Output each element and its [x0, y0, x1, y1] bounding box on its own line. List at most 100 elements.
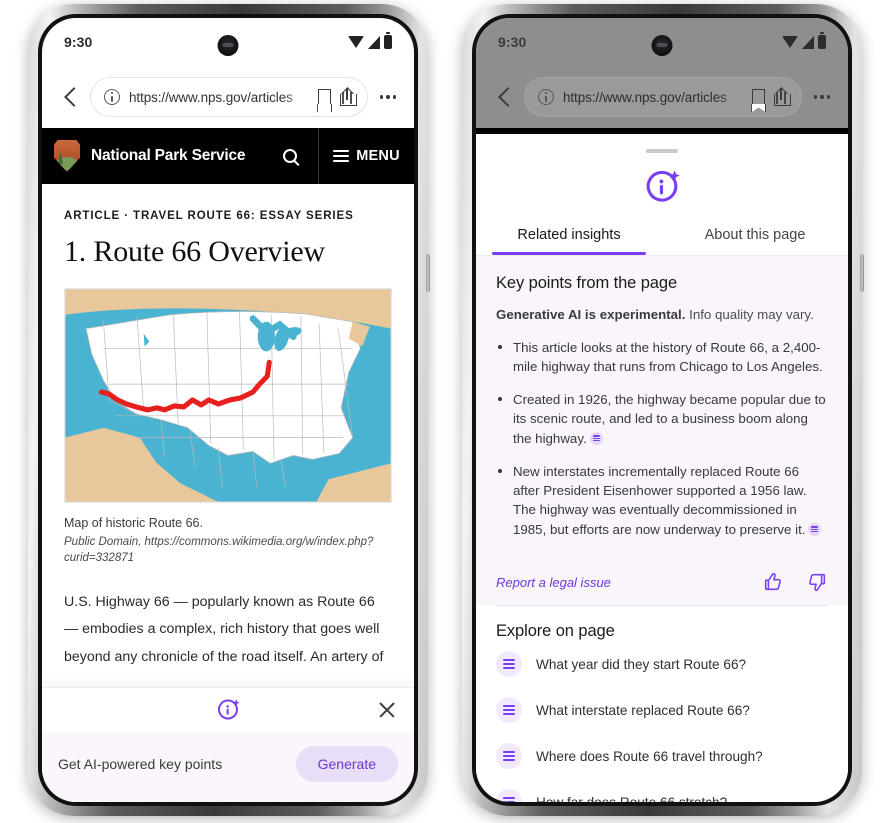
site-menu-label: MENU — [356, 148, 400, 164]
sheet-ai-icon-wrap — [476, 167, 848, 207]
battery-icon — [384, 32, 392, 49]
thumb-down-icon[interactable] — [806, 571, 828, 593]
info-circle-icon[interactable] — [538, 89, 554, 105]
wifi-icon — [782, 36, 798, 48]
explore-question-text: Where does Route 66 travel through? — [536, 748, 763, 764]
list-item[interactable]: Where does Route 66 travel through? — [496, 733, 828, 779]
browser-toolbar-left: https://www.nps.gov/articles — [42, 66, 414, 128]
phone-device-left: 9:30 https://www.nps.gov/articles Nation… — [28, 4, 430, 816]
ai-generate-bar: Get AI-powered key points Generate — [42, 687, 414, 802]
phone-device-right: 9:30 https://www.nps.gov/articles Relate… — [462, 4, 864, 816]
us-route-66-map-image — [64, 288, 392, 503]
close-icon[interactable] — [378, 701, 396, 719]
key-points-title: Key points from the page — [496, 274, 678, 292]
front-camera-punchhole — [651, 35, 673, 56]
browser-toolbar-right: https://www.nps.gov/articles — [476, 66, 848, 128]
ai-disclaimer: Generative AI is experimental. Info qual… — [496, 306, 828, 325]
article-content: ARTICLE · TRAVEL ROUTE 66: ESSAY SERIES … — [42, 184, 414, 672]
site-title: National Park Service — [91, 147, 246, 164]
thumb-up-icon[interactable] — [762, 571, 784, 593]
key-point-text: Created in 1926, the highway became popu… — [513, 392, 826, 446]
info-circle-icon[interactable] — [104, 89, 120, 105]
status-clock: 9:30 — [498, 34, 527, 50]
ai-disclaimer-rest: Info quality may vary. — [685, 307, 814, 322]
list-lines-icon — [496, 789, 522, 802]
source-chip-icon[interactable] — [808, 522, 822, 536]
site-menu-button[interactable]: MENU — [318, 128, 414, 184]
status-bar-left: 9:30 — [42, 18, 414, 66]
ai-disclaimer-bold: Generative AI is experimental. — [496, 307, 686, 322]
status-clock: 9:30 — [64, 34, 93, 50]
explore-question-text: What year did they start Route 66? — [536, 656, 747, 672]
explore-on-page-section: Explore on page What year did they start… — [476, 606, 848, 802]
explore-question-text: What interstate replaced Route 66? — [536, 702, 750, 718]
sheet-tabs: Related insights About this page — [476, 227, 848, 255]
hamburger-icon — [333, 149, 350, 163]
key-point-text: New interstates incrementally replaced R… — [513, 463, 807, 537]
screenshot-stage: 9:30 https://www.nps.gov/articles Nation… — [0, 0, 890, 823]
url-text: https://www.nps.gov/articles — [563, 89, 727, 105]
key-points-section: Key points from the page Generative AI i… — [476, 256, 848, 567]
drag-handle[interactable] — [646, 149, 678, 153]
site-search-button[interactable] — [262, 149, 318, 163]
side-power-button[interactable] — [860, 254, 864, 292]
site-header: National Park Service MENU — [42, 128, 414, 184]
figure-caption: Map of historic Route 66. — [64, 516, 203, 530]
sheet-scrim — [476, 128, 848, 134]
signal-icon — [368, 35, 380, 49]
back-arrow-icon[interactable] — [490, 82, 520, 112]
phone-bezel-left: 9:30 https://www.nps.gov/articles Nation… — [38, 14, 418, 806]
phone-screen-left: 9:30 https://www.nps.gov/articles Nation… — [42, 18, 414, 802]
status-bar-right: 9:30 — [476, 18, 848, 66]
article-figure: Map of historic Route 66. Public Domain,… — [64, 288, 392, 567]
ai-insights-bottom-sheet: Related insights About this page Key poi… — [476, 140, 848, 802]
search-icon — [283, 149, 297, 163]
more-options-icon[interactable] — [810, 95, 834, 99]
report-legal-issue-link[interactable]: Report a legal issue — [496, 575, 740, 590]
list-item: This article looks at the history of Rou… — [496, 338, 828, 377]
bookmark-icon[interactable] — [752, 88, 765, 106]
list-lines-icon — [496, 697, 522, 723]
ai-generate-bar-top — [42, 688, 414, 732]
more-options-icon[interactable] — [376, 95, 400, 99]
address-bar[interactable]: https://www.nps.gov/articles — [90, 77, 368, 117]
wifi-icon — [348, 36, 364, 48]
ai-sparkle-icon — [218, 699, 240, 720]
generate-button[interactable]: Generate — [295, 746, 398, 782]
tab-related-insights[interactable]: Related insights — [476, 227, 662, 255]
key-point-text: This article looks at the history of Rou… — [513, 339, 823, 374]
share-icon[interactable] — [340, 87, 357, 106]
phone-bezel-right: 9:30 https://www.nps.gov/articles Relate… — [472, 14, 852, 806]
list-lines-icon — [496, 743, 522, 769]
list-item[interactable]: What interstate replaced Route 66? — [496, 687, 828, 733]
back-arrow-icon[interactable] — [56, 82, 86, 112]
list-item: Created in 1926, the highway became popu… — [496, 390, 828, 448]
page-title: 1. Route 66 Overview — [64, 235, 325, 268]
explore-on-page-title: Explore on page — [496, 622, 615, 640]
phone-screen-right: 9:30 https://www.nps.gov/articles Relate… — [476, 18, 848, 802]
tab-about-this-page[interactable]: About this page — [662, 227, 848, 255]
share-icon[interactable] — [774, 87, 791, 106]
list-item: New interstates incrementally replaced R… — [496, 462, 828, 539]
site-brand[interactable]: National Park Service — [42, 140, 262, 172]
status-icons — [348, 32, 392, 49]
article-kicker: ARTICLE · TRAVEL ROUTE 66: ESSAY SERIES — [64, 210, 354, 222]
ai-generate-row: Get AI-powered key points Generate — [42, 732, 414, 802]
url-text: https://www.nps.gov/articles — [129, 89, 293, 105]
source-chip-icon[interactable] — [589, 431, 603, 445]
battery-icon — [818, 32, 826, 49]
explore-question-text: How far does Route 66 stretch? — [536, 794, 728, 803]
feedback-row: Report a legal issue — [476, 567, 848, 605]
address-bar[interactable]: https://www.nps.gov/articles — [524, 77, 802, 117]
figure-credit: Public Domain, https://commons.wikimedia… — [64, 536, 374, 565]
article-body-paragraph: U.S. Highway 66 — popularly known as Rou… — [64, 593, 384, 666]
bookmark-icon[interactable] — [318, 88, 331, 106]
ai-generate-label: Get AI-powered key points — [58, 756, 223, 772]
side-power-button[interactable] — [426, 254, 430, 292]
list-item[interactable]: How far does Route 66 stretch? — [496, 779, 828, 802]
key-points-list: This article looks at the history of Rou… — [496, 338, 828, 539]
signal-icon — [802, 35, 814, 49]
nps-arrowhead-logo-icon — [54, 140, 80, 172]
list-item[interactable]: What year did they start Route 66? — [496, 641, 828, 687]
list-lines-icon — [496, 651, 522, 677]
